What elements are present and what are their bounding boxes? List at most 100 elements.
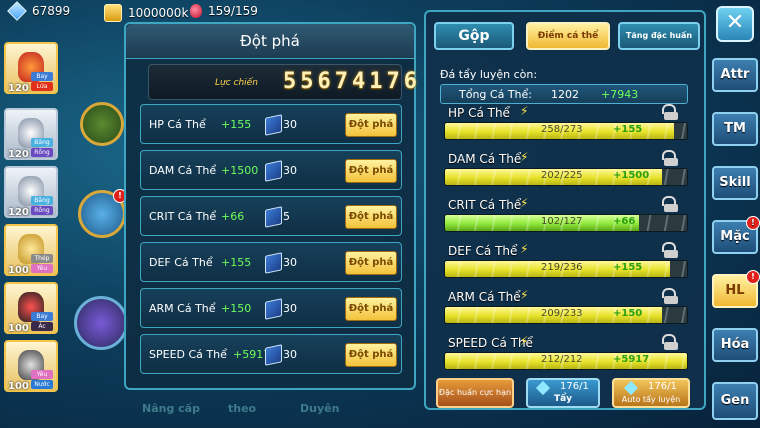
pet-type-tag: Rồng (31, 148, 53, 157)
stat-name: ARM Cá Thể (149, 302, 216, 315)
stat-name: DEF Cá Thể (448, 244, 518, 258)
tab-upgrade[interactable]: Nâng cấp (142, 402, 200, 415)
pet-slot-4[interactable]: Thép Yêu 100 (4, 224, 58, 276)
stat-name: HP Cá Thể (149, 118, 206, 131)
orb-button[interactable] (74, 296, 128, 350)
stat-name: CRIT Cá Thể (448, 198, 522, 212)
panel-title: Đột phá (126, 24, 414, 59)
pet-type-tag: Nước (31, 380, 53, 389)
lock-icon-body (664, 204, 678, 212)
combat-power: Lực chiến 55674176 (148, 64, 417, 100)
training-stat-row: ARM Cá Thể ⚡ 209/233 +150 (442, 288, 690, 332)
side-tab-equip[interactable]: Mặc ! (712, 216, 760, 254)
gold-value: 1000000k (128, 6, 189, 20)
pet-type-tag: Lửa (31, 82, 53, 91)
pet-type-tag: Ác (31, 322, 53, 331)
stone-icon (535, 380, 551, 396)
stat-fraction: 258/273 (541, 124, 583, 135)
side-tab-attr[interactable]: Attr (712, 58, 758, 92)
tab-special-training[interactable]: Tăng đặc huấn (618, 22, 700, 50)
gem-counter: 67899 (7, 1, 71, 21)
side-tab-gen[interactable]: Gen (712, 382, 758, 420)
pet-slot-6[interactable]: Yêu Nước 100 (4, 340, 58, 392)
side-tab-tm[interactable]: TM (712, 112, 758, 146)
breakthrough-button[interactable]: Đột phá (345, 205, 397, 229)
stat-bonus: +66 (221, 210, 245, 223)
book-cost: 30 (283, 118, 297, 131)
stat-fraction: 202/225 (541, 170, 583, 181)
stat-progress-bar: 212/212 +5917 (444, 352, 688, 370)
side-tab-evolve[interactable]: Hóa (712, 328, 758, 362)
stat-name: DEF Cá Thể (149, 256, 213, 269)
auto-wash-button[interactable]: 176/1 Auto tẩy luyện (612, 378, 690, 408)
pet-type-tag: Thép (31, 254, 53, 263)
stat-bonus: +155 (221, 256, 252, 269)
book-cost: 30 (283, 256, 297, 269)
remaining-stones-label: Đá tẩy luyện còn: (440, 68, 538, 81)
extreme-training-button[interactable]: Đặc huấn cực hạn (436, 378, 514, 408)
pet-type-tag: Yêu (31, 370, 53, 379)
gem-value: 67899 (32, 4, 71, 18)
breakthrough-button[interactable]: Đột phá (345, 251, 397, 275)
breakthrough-row-def: DEF Cá Thể +155 30 Đột phá (140, 242, 402, 282)
training-stat-row: DAM Cá Thể ⚡ 202/225 +1500 (442, 150, 690, 194)
stat-name: DAM Cá Thể (448, 152, 522, 166)
book-cost: 30 (283, 164, 297, 177)
stat-name: ARM Cá Thể (448, 290, 521, 304)
stone-icon (623, 380, 639, 396)
side-tab-skill[interactable]: Skill (712, 166, 758, 200)
pet-list[interactable]: Bay Lửa 120 Băng Rồng 120 Băng Rồng 120 … (0, 42, 64, 428)
wash-button[interactable]: 176/1 Tẩy (526, 378, 600, 408)
tab-merge[interactable]: Gộp (434, 22, 514, 50)
close-icon[interactable]: ✕ (716, 6, 754, 42)
tab-follow[interactable]: theo (228, 402, 256, 415)
training-stat-row: CRIT Cá Thể ⚡ 102/127 +66 (442, 196, 690, 240)
pet-slot-2[interactable]: Băng Rồng 120 (4, 108, 58, 160)
pet-level: 100 (8, 323, 29, 334)
pet-egg-button[interactable] (80, 102, 124, 146)
notification-badge: ! (746, 270, 760, 284)
breakthrough-panel: Đột phá Lực chiến 55674176 HP Cá Thể +15… (124, 22, 417, 390)
lock-icon-body (664, 342, 678, 350)
potion-icon (190, 4, 202, 18)
lock-icon-body (664, 250, 678, 258)
breakthrough-row-crit: CRIT Cá Thể +66 5 Đột phá (140, 196, 402, 236)
pet-level: 100 (8, 265, 29, 276)
combat-power-value: 55674176 (283, 69, 421, 94)
pet-slot-1[interactable]: Bay Lửa 120 (4, 42, 58, 94)
skill-book-icon (265, 206, 282, 228)
breakthrough-button[interactable]: Đột phá (345, 113, 397, 137)
breakthrough-button[interactable]: Đột phá (345, 343, 397, 367)
book-cost: 30 (283, 348, 297, 361)
pet-slot-5[interactable]: Bay Ác 100 (4, 282, 58, 334)
pet-type-tag: Yêu (31, 264, 53, 273)
training-stat-row: HP Cá Thể ⚡ 258/273 +155 (442, 104, 690, 148)
breakthrough-row-hp: HP Cá Thể +155 30 Đột phá (140, 104, 402, 144)
total-value: 1202 (551, 88, 579, 101)
breakthrough-button[interactable]: Đột phá (345, 297, 397, 321)
wash-count: 176/1 (560, 381, 589, 392)
breakthrough-row-arm: ARM Cá Thể +150 30 Đột phá (140, 288, 402, 328)
stat-fraction: 209/233 (541, 308, 583, 319)
tab-bond[interactable]: Duyên (300, 402, 339, 415)
stat-name: HP Cá Thể (448, 106, 510, 120)
side-tab-hl[interactable]: HL ! (712, 270, 760, 308)
stat-bonus: +155 (613, 262, 643, 273)
stat-name: DAM Cá Thể (149, 164, 217, 177)
wash-label: Tẩy (553, 394, 573, 404)
pet-type-tag: Băng (31, 196, 53, 205)
auto-wash-label: Auto tẩy luyện (621, 395, 681, 404)
stat-progress-bar: 102/127 +66 (444, 214, 688, 232)
gem-icon (7, 1, 27, 21)
tab-individual-points[interactable]: Điểm cá thể (526, 22, 610, 50)
total-bonus: +7943 (601, 88, 639, 101)
lightning-icon: ⚡ (520, 288, 529, 302)
stat-fraction: 212/212 (541, 354, 583, 365)
lightning-icon: ⚡ (520, 104, 529, 118)
bag-button[interactable]: ! (78, 189, 127, 238)
breakthrough-button[interactable]: Đột phá (345, 159, 397, 183)
pet-slot-3[interactable]: Băng Rồng 120 (4, 166, 58, 218)
skill-book-icon (265, 114, 282, 136)
pet-level: 120 (8, 149, 29, 160)
stamina-counter: 159/159 (190, 4, 258, 18)
